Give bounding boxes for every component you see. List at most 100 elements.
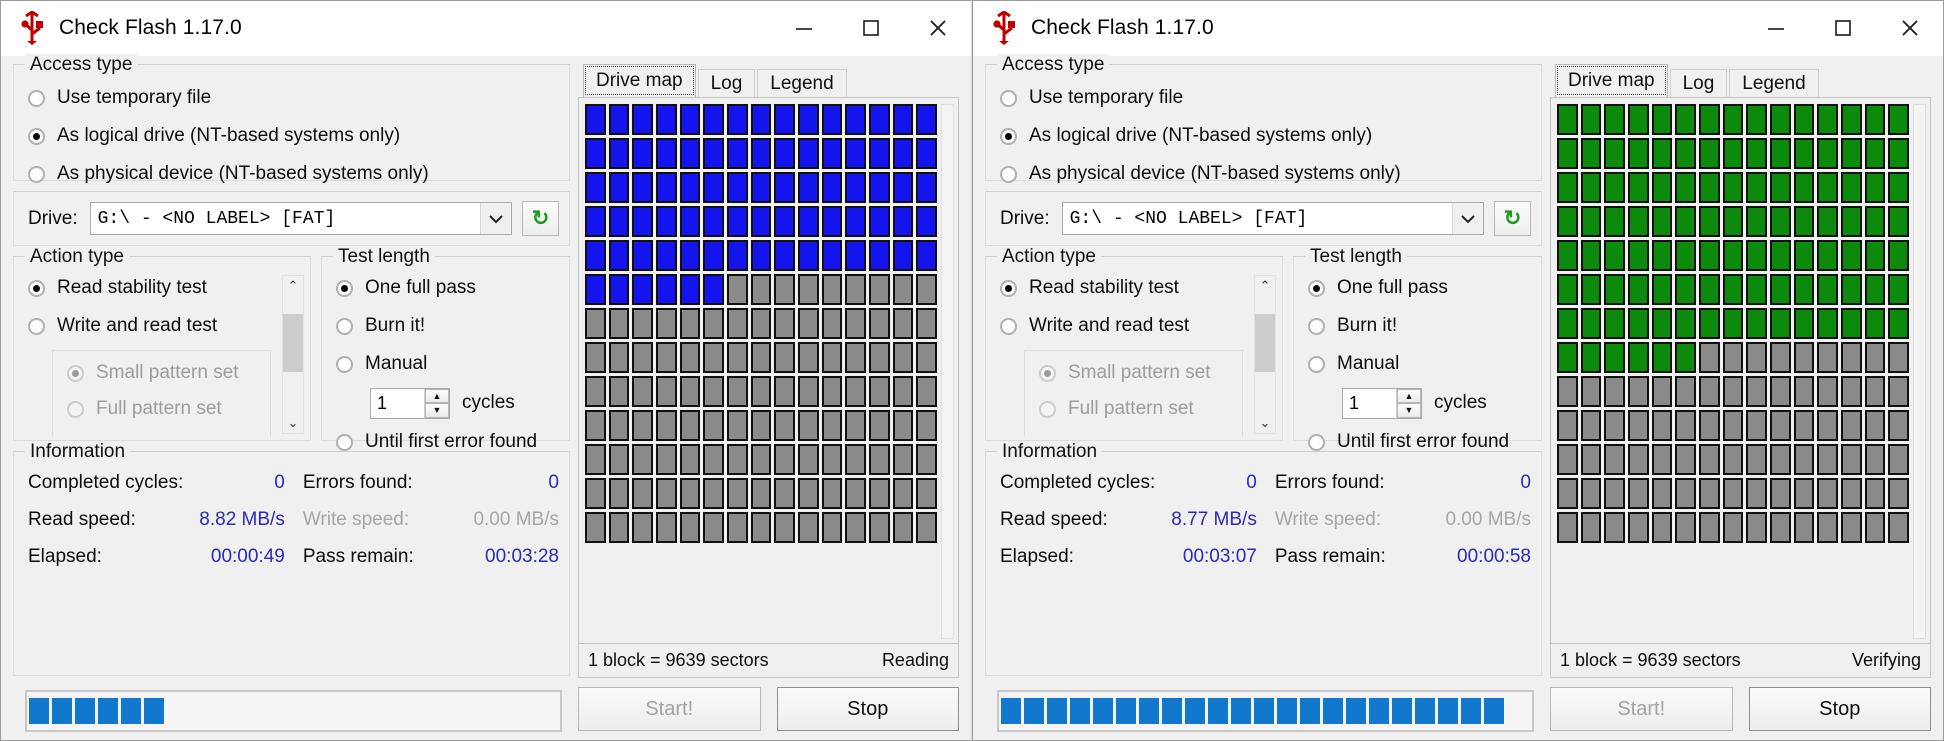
title-bar[interactable]: Check Flash 1.17.0 (973, 1, 1943, 56)
pattern-option-2[interactable]: Write pattern (1025, 427, 1242, 436)
action-type-option-1[interactable]: Write and read test (14, 307, 280, 345)
refresh-icon[interactable]: ↻ (1494, 201, 1531, 236)
scrollbar-track[interactable] (283, 296, 303, 413)
drive-map-cell (1840, 274, 1862, 305)
start-button[interactable]: Start! (1550, 687, 1733, 731)
tab-log[interactable]: Log (1669, 69, 1728, 97)
drive-map-cell (703, 376, 724, 407)
stepper-down-icon[interactable]: ▼ (1397, 403, 1421, 418)
drive-map-cell (1840, 206, 1862, 237)
drive-map-panel[interactable] (1550, 97, 1931, 644)
drive-map-cell (1698, 172, 1720, 203)
action-type-option-0[interactable]: Read stability test (986, 269, 1252, 307)
drive-map-scrollbar[interactable] (941, 104, 954, 639)
tab-drive-map[interactable]: Drive map (1555, 64, 1668, 97)
progress-segment (1415, 698, 1435, 724)
test-length-option-1[interactable]: Burn it! (322, 307, 569, 345)
drive-map-cell (1604, 274, 1625, 305)
progress-segment (1024, 698, 1044, 724)
stepper-up-icon[interactable]: ▲ (425, 388, 449, 403)
action-type-scrollbar[interactable]: ⌃ ⌄ (282, 275, 304, 434)
action-type-option-1[interactable]: Write and read test (986, 307, 1252, 345)
cycles-stepper[interactable]: 1 ▲ ▼ (370, 387, 450, 419)
tab-legend[interactable]: Legend (757, 69, 847, 97)
tab-log[interactable]: Log (697, 69, 756, 97)
drive-map-cell (726, 104, 748, 135)
right-column: Drive map Log Legend 1 block = 9639 sectors… (1550, 56, 1943, 740)
close-button[interactable] (904, 1, 971, 55)
drive-map-cell (1627, 308, 1649, 339)
pattern-option-1[interactable]: Full pattern set (53, 391, 270, 427)
action-type-scrollbar[interactable]: ⌃ ⌄ (1254, 275, 1276, 434)
scroll-down-icon[interactable]: ⌄ (1255, 413, 1275, 433)
drive-map-cell (1722, 138, 1744, 169)
access-type-option-1[interactable]: As logical drive (NT-based systems only) (986, 117, 1541, 155)
drive-map-cell (1746, 512, 1767, 543)
access-type-option-0[interactable]: Use temporary file (986, 79, 1541, 117)
scrollbar-thumb[interactable] (283, 314, 303, 372)
pattern-option-1[interactable]: Full pattern set (1025, 391, 1242, 427)
mid-row: Action type Read stability test Write and … (985, 246, 1542, 452)
drive-map-cell (1746, 138, 1767, 169)
drive-map-cell (868, 104, 890, 135)
tab-legend[interactable]: Legend (1729, 69, 1819, 97)
scrollbar-track[interactable] (1255, 296, 1275, 413)
access-type-option-2[interactable]: As physical device (NT-based systems onl… (14, 155, 569, 193)
drive-map-cell (1746, 478, 1767, 509)
pattern-option-0[interactable]: Small pattern set (1025, 355, 1242, 391)
stepper-down-icon[interactable]: ▼ (425, 403, 449, 418)
minimize-button[interactable] (770, 1, 837, 55)
drive-map-cell (868, 172, 890, 203)
drive-map-cell (1675, 410, 1696, 441)
maximize-button[interactable] (1809, 1, 1876, 55)
drive-map-cell (1840, 444, 1862, 475)
drive-map-cell (1675, 444, 1696, 475)
drive-map-panel[interactable] (578, 97, 959, 644)
drive-map-scrollbar[interactable] (1913, 104, 1926, 639)
drive-map-cell (916, 138, 937, 169)
action-type-option-0[interactable]: Read stability test (14, 269, 280, 307)
start-button[interactable]: Start! (578, 687, 761, 731)
drive-map-cell (1627, 376, 1649, 407)
access-type-option-0[interactable]: Use temporary file (14, 79, 569, 117)
stop-button[interactable]: Stop (776, 687, 959, 731)
minimize-button[interactable] (1742, 1, 1809, 55)
stop-button[interactable]: Stop (1748, 687, 1931, 731)
pattern-option-2[interactable]: Write pattern (53, 427, 270, 436)
scroll-down-icon[interactable]: ⌄ (283, 413, 303, 433)
drive-map-cell (1604, 206, 1625, 237)
information-value: 00:03:28 (485, 545, 559, 567)
stepper-up-icon[interactable]: ▲ (1397, 388, 1421, 403)
access-type-option-2[interactable]: As physical device (NT-based systems onl… (986, 155, 1541, 193)
progress-bar (997, 690, 1534, 732)
scroll-up-icon[interactable]: ⌃ (1255, 276, 1275, 296)
chevron-down-icon[interactable] (480, 203, 511, 234)
progress-segment (1185, 698, 1205, 724)
drive-map-cell (679, 104, 701, 135)
test-length-option-2[interactable]: Manual (322, 345, 569, 383)
maximize-button[interactable] (837, 1, 904, 55)
title-bar[interactable]: Check Flash 1.17.0 (1, 1, 971, 56)
refresh-icon[interactable]: ↻ (522, 201, 559, 236)
test-length-option-2[interactable]: Manual (1294, 345, 1541, 383)
drive-map-cell (1698, 138, 1720, 169)
close-button[interactable] (1876, 1, 1943, 55)
test-length-option-0[interactable]: One full pass (1294, 269, 1541, 307)
drive-map-cell (1580, 342, 1602, 373)
scrollbar-thumb[interactable] (1255, 314, 1275, 372)
pattern-option-0[interactable]: Small pattern set (53, 355, 270, 391)
drive-map-cell (1580, 274, 1602, 305)
drive-combobox[interactable]: G:\ - <NO LABEL> [FAT] (89, 202, 512, 235)
cycles-stepper[interactable]: 1 ▲ ▼ (1342, 387, 1422, 419)
tab-drive-map[interactable]: Drive map (583, 64, 696, 97)
drive-map-cell (916, 308, 937, 339)
test-length-option-0[interactable]: One full pass (322, 269, 569, 307)
drive-map-cell (797, 512, 819, 543)
scroll-up-icon[interactable]: ⌃ (283, 276, 303, 296)
access-type-option-1[interactable]: As logical drive (NT-based systems only) (14, 117, 569, 155)
drive-combobox[interactable]: G:\ - <NO LABEL> [FAT] (1061, 202, 1484, 235)
chevron-down-icon[interactable] (1452, 203, 1483, 234)
radio-indicator (1308, 279, 1325, 297)
drive-map-cell (1651, 410, 1673, 441)
test-length-option-1[interactable]: Burn it! (1294, 307, 1541, 345)
